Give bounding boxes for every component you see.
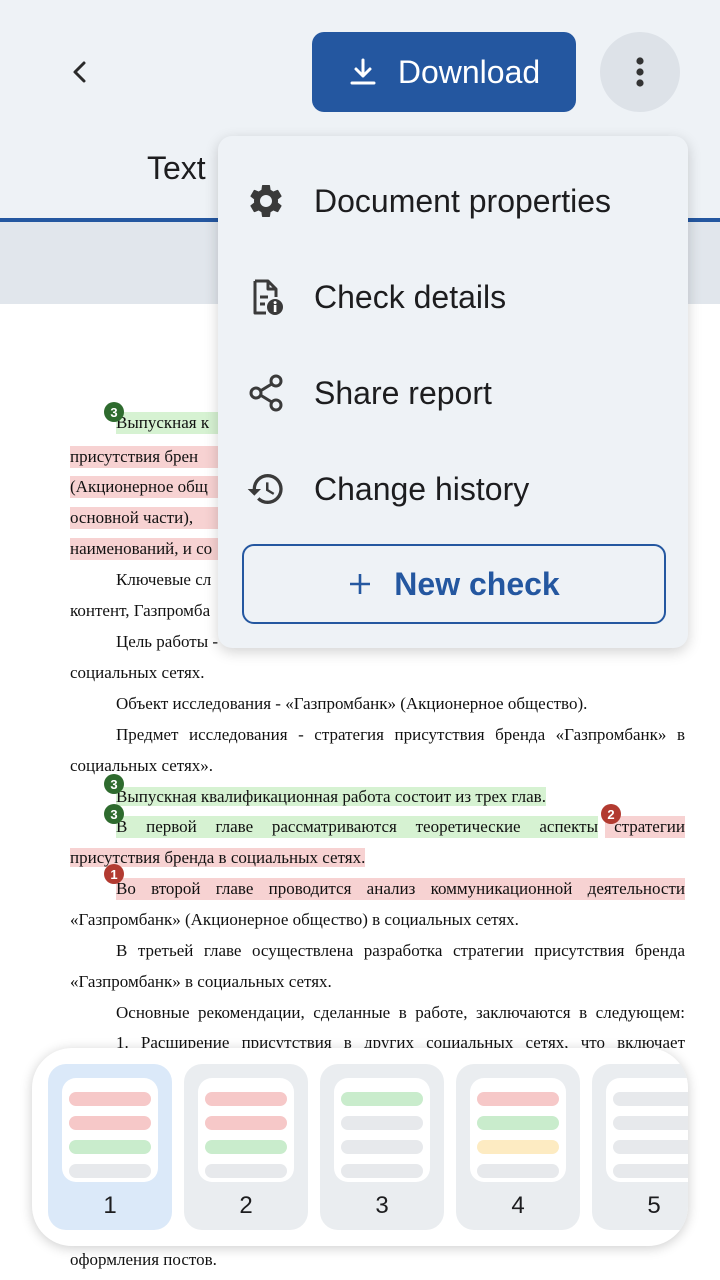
doc-line: присутствия брен [70, 446, 230, 468]
menu-item-check-details[interactable]: Check details [218, 249, 688, 345]
page-preview [334, 1078, 430, 1182]
page-number: 3 [375, 1192, 389, 1219]
menu-item-change-history[interactable]: Change history [218, 441, 688, 537]
doc-line: социальных сетях. [70, 663, 205, 682]
match-bar [477, 1092, 559, 1106]
menu-item-share-report[interactable]: Share report [218, 345, 688, 441]
doc-line: «Газпромбанк» (Акционерное общество) в с… [70, 910, 519, 929]
match-bar [613, 1116, 688, 1130]
page-thumbnail[interactable]: 3 [320, 1064, 444, 1230]
page-preview [470, 1078, 566, 1182]
page-thumbnail[interactable]: 5 [592, 1064, 688, 1230]
match-bar [477, 1140, 559, 1154]
match-bar [477, 1116, 559, 1130]
page-navigator: 1 2 3 4 5 [32, 1048, 688, 1246]
doc-line: Предмет исследования - стратегия присутс… [116, 725, 685, 744]
page-preview [198, 1078, 294, 1182]
menu-item-label: Share report [314, 374, 492, 411]
match-badge[interactable]: 3 [104, 804, 124, 824]
match-bar [69, 1164, 151, 1178]
doc-line: В третьей главе осуществлена разработка … [116, 941, 685, 960]
more-vertical-icon [636, 57, 644, 87]
more-options-button[interactable] [600, 32, 680, 112]
tab-text[interactable]: Text [147, 150, 206, 187]
download-button[interactable]: Download [312, 32, 576, 112]
doc-line: Объект исследования - «Газпромбанк» (Акц… [116, 694, 588, 713]
doc-line: социальных сетях». [70, 756, 214, 775]
new-check-button[interactable]: New check [242, 544, 666, 624]
doc-line: Выпускная квалификационная работа состои… [116, 787, 546, 806]
doc-line: Во второй главе проводится анализ коммун… [116, 878, 685, 900]
doc-line: Основные рекомендации, сделанные в работ… [116, 1003, 685, 1022]
menu-item-document-properties[interactable]: Document properties [218, 153, 688, 249]
page-preview [606, 1078, 688, 1182]
match-badge[interactable]: 3 [104, 402, 124, 422]
match-bar [613, 1092, 688, 1106]
match-bar [341, 1164, 423, 1178]
share-icon [249, 374, 283, 412]
page-number: 5 [647, 1192, 661, 1219]
doc-line: основной части), [70, 507, 230, 529]
match-bar [69, 1092, 151, 1106]
back-button[interactable] [56, 48, 104, 96]
doc-line: присутствия бренда в социальных сетях. [70, 848, 366, 867]
page-preview [62, 1078, 158, 1182]
match-bar [205, 1164, 287, 1178]
doc-line: (Акционерное общ [70, 476, 230, 498]
match-bar [613, 1140, 688, 1154]
gear-icon [250, 185, 282, 217]
match-bar [205, 1092, 287, 1106]
match-bar [341, 1140, 423, 1154]
match-bar [205, 1140, 287, 1154]
match-bar [613, 1164, 688, 1178]
match-bar [477, 1164, 559, 1178]
download-label: Download [397, 53, 541, 90]
doc-line: наименований, и со [70, 538, 230, 560]
download-icon [350, 58, 376, 85]
page-number: 2 [239, 1192, 253, 1219]
document-info-icon [253, 279, 283, 315]
chevron-left-icon [73, 61, 86, 83]
page-thumbnail[interactable]: 4 [456, 1064, 580, 1230]
doc-line: оформления постов. [70, 1250, 217, 1269]
match-bar [205, 1116, 287, 1130]
menu-item-label: Change history [314, 470, 530, 507]
page-thumbnail[interactable]: 2 [184, 1064, 308, 1230]
doc-line: «Газпромбанк» в социальных сетях. [70, 972, 332, 991]
match-badge[interactable]: 3 [104, 774, 124, 794]
page-thumbnail[interactable]: 1 [48, 1064, 172, 1230]
match-badge[interactable]: 2 [601, 804, 621, 824]
match-bar [341, 1116, 423, 1130]
history-icon [247, 474, 283, 504]
page-number: 4 [511, 1192, 525, 1219]
menu-item-label: Check details [314, 278, 507, 315]
match-bar [69, 1116, 151, 1130]
doc-line: В первой главе рассматриваются теоретиче… [116, 816, 685, 838]
menu-item-label: Document properties [314, 182, 612, 219]
options-menu: Document properties Check details Share … [218, 136, 688, 648]
new-check-label: New check [394, 565, 560, 602]
match-bar [69, 1140, 151, 1154]
page-number: 1 [103, 1192, 117, 1219]
match-bar [341, 1092, 423, 1106]
plus-icon [350, 574, 371, 594]
match-badge[interactable]: 1 [104, 864, 124, 884]
